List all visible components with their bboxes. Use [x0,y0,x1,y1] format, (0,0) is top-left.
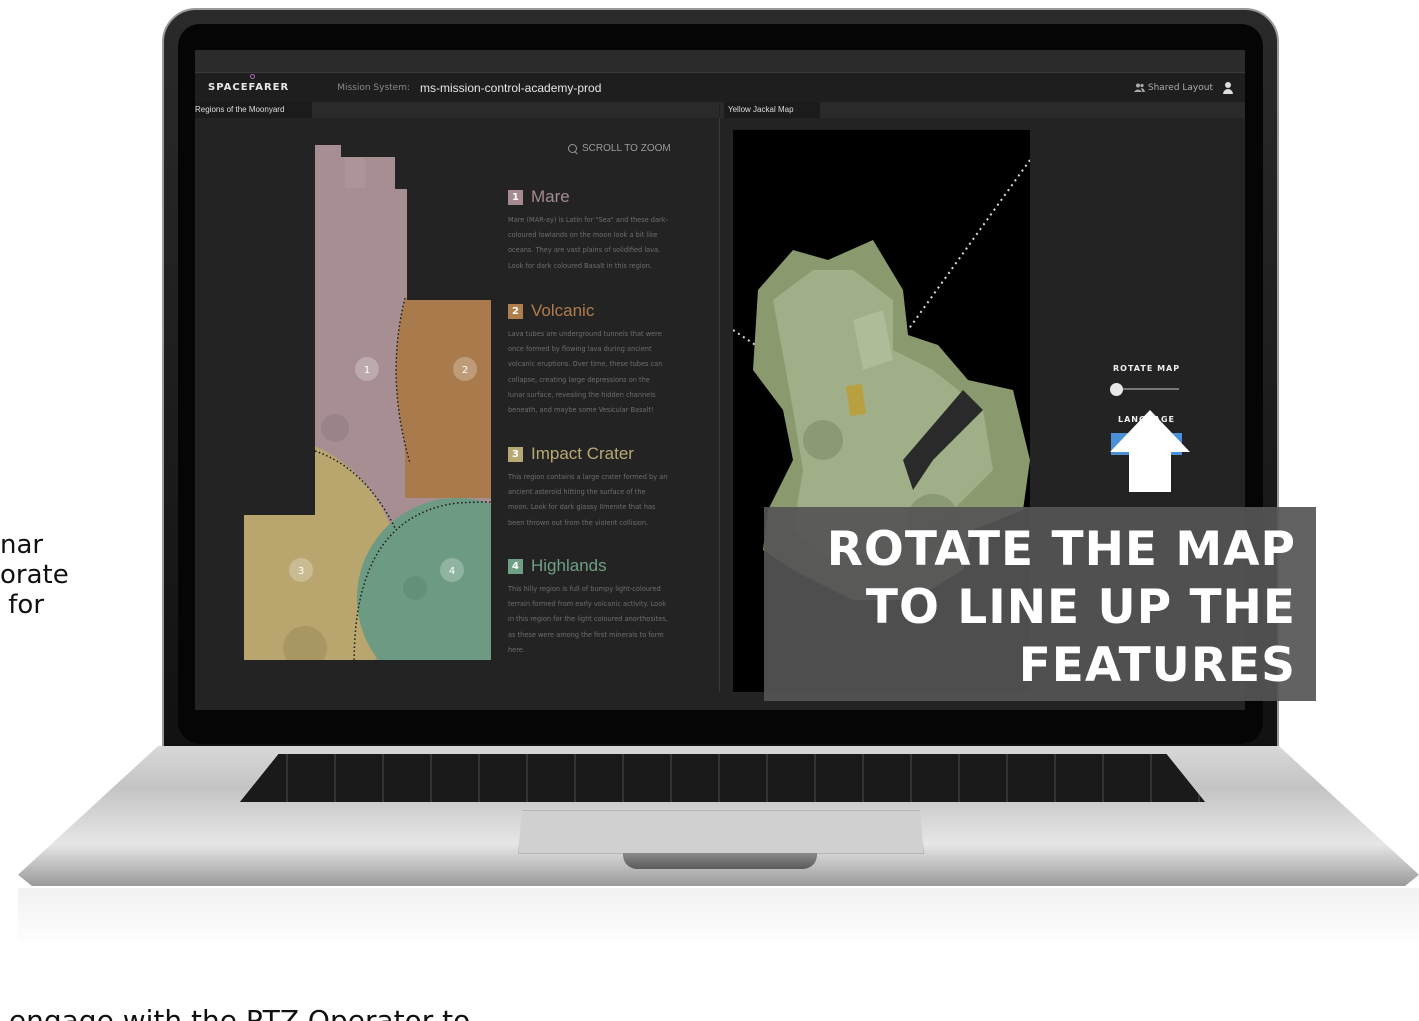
callout-line: TO LINE UP THE [865,580,1296,635]
laptop-keyboard [240,754,1205,802]
region-volcanic: 2 Volcanic Lava tubes are underground tu… [508,301,668,418]
region-highlands: 4 Highlands This hilly region is full of… [508,556,668,658]
search-icon [568,143,578,154]
rotate-map-slider[interactable] [1115,388,1179,390]
region-impact-crater: 3 Impact Crater This region contains a l… [508,444,668,531]
map-marker-label: 3 [298,566,304,577]
region-description: This region contains a large crater form… [508,473,668,527]
top-band [195,50,1245,72]
bottom-text: engage with the PTZ Operator to [0,1004,471,1021]
side-text: nar orate for [0,530,69,620]
instruction-callout: ROTATE THE MAP TO LINE UP THE FEATURES [764,507,1316,701]
region-description: Lava tubes are underground tunnels that … [508,330,663,415]
mission-system-label: Mission System: [337,82,410,93]
rotate-map-slider-thumb[interactable] [1110,383,1123,396]
app-logo[interactable]: SPACEFARER [208,74,290,93]
laptop-reflection [18,888,1419,948]
callout-line: ROTATE THE MAP [826,522,1296,577]
region-number-badge: 4 [508,558,523,574]
stage: nar orate for SPACEFARER Mission System:… [0,0,1419,1021]
map-marker-2[interactable]: 2 [453,357,477,381]
shared-layout-button[interactable]: Shared Layout [1133,82,1213,93]
region-description: Mare (MAR-ay) is Latin for "Sea" and the… [508,216,668,270]
region-number-badge: 3 [508,446,523,462]
laptop-notch [623,853,817,869]
users-icon [1133,83,1145,92]
map-marker-3[interactable]: 3 [289,558,313,582]
region-mare: 1 Mare Mare (MAR-ay) is Latin for "Sea" … [508,187,668,274]
region-number-badge: 1 [508,189,523,205]
scroll-to-zoom-hint: SCROLL TO ZOOM [568,143,671,154]
scroll-to-zoom-label: SCROLL TO ZOOM [582,143,671,154]
right-tab-row: Yellow Jackal Map [720,102,1245,118]
user-icon[interactable] [1221,81,1235,95]
region-number-badge: 2 [508,303,523,319]
app-logo-text: SPACEFARER [208,82,290,93]
region-description: This hilly region is full of bumpy light… [508,585,668,654]
map-marker-label: 1 [364,365,370,376]
logo-mark-icon [250,74,255,79]
tab-yellow-jackal-map[interactable]: Yellow Jackal Map [724,102,820,118]
map-marker-label: 4 [449,566,455,577]
left-tab-row: Regions of the Moonyard [195,102,719,118]
region-title: Mare [531,187,570,206]
app-header: SPACEFARER Mission System: ms-mission-co… [195,72,1245,102]
map-marker-1[interactable]: 1 [355,357,379,381]
tab-regions-of-the-moonyard[interactable]: Regions of the Moonyard [195,102,312,118]
arrow-up-icon [1110,410,1190,492]
region-title: Volcanic [531,301,595,320]
rotate-map-label: ROTATE MAP [1113,364,1181,373]
region-title: Impact Crater [531,444,634,463]
laptop-trackpad [518,810,924,854]
callout-line: FEATURES [1018,638,1296,693]
region-title: Highlands [531,556,607,575]
map-marker-4[interactable]: 4 [440,558,464,582]
mission-system-select[interactable]: ms-mission-control-academy-prod [420,81,601,95]
shared-layout-label: Shared Layout [1147,82,1213,93]
map-marker-label: 2 [462,365,468,376]
